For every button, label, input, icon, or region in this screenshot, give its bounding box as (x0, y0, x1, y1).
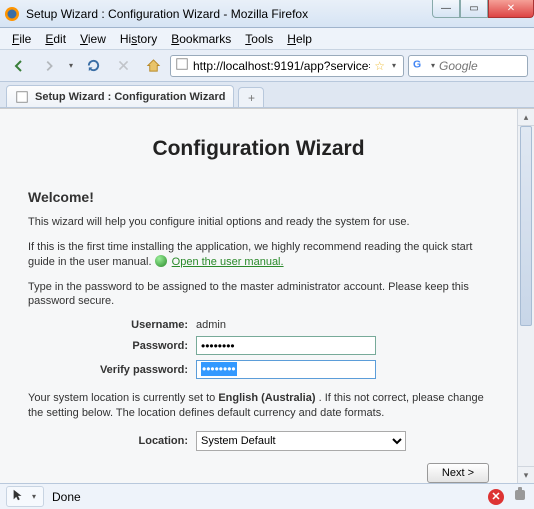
row-verify-password: Verify password: •••••••• (28, 360, 489, 379)
row-location: Location: System Default (28, 431, 489, 451)
url-input[interactable] (193, 59, 370, 73)
menu-view[interactable]: View (74, 30, 112, 48)
location-label: Location: (28, 435, 196, 447)
username-value: admin (196, 319, 226, 331)
button-row: Next > (28, 463, 489, 483)
page-heading: Configuration Wizard (28, 137, 489, 161)
new-tab-button[interactable]: + (238, 87, 264, 107)
location-paragraph: Your system location is currently set to… (28, 391, 489, 421)
stop-button[interactable] (110, 54, 136, 78)
window-controls: — ▭ ✕ (432, 0, 534, 18)
menu-help[interactable]: Help (281, 30, 318, 48)
url-dropdown[interactable]: ▾ (389, 61, 399, 70)
search-input[interactable] (439, 59, 534, 73)
page-body: Configuration Wizard Welcome! This wizar… (0, 109, 517, 483)
close-button[interactable]: ✕ (488, 0, 534, 18)
scroll-thumb[interactable] (520, 126, 532, 326)
google-icon: G (413, 57, 427, 74)
menu-bookmarks[interactable]: Bookmarks (165, 30, 237, 48)
tab-favicon (15, 90, 29, 104)
vertical-scrollbar[interactable]: ▴ ▾ (517, 109, 534, 483)
reload-button[interactable] (80, 54, 106, 78)
svg-text:G: G (413, 59, 421, 71)
welcome-heading: Welcome! (28, 189, 489, 205)
search-bar[interactable]: G ▾ (408, 55, 528, 77)
row-username: Username: admin (28, 319, 489, 331)
navigation-toolbar: ▾ ☆ ▾ G ▾ (0, 50, 534, 82)
password-instruction: Type in the password to be assigned to t… (28, 280, 489, 310)
status-bar: ▾ Done ✕ (0, 483, 534, 509)
password-label: Password: (28, 340, 196, 352)
scroll-down-button[interactable]: ▾ (518, 466, 534, 483)
row-password: Password: (28, 336, 489, 355)
location-select[interactable]: System Default (196, 431, 406, 451)
menu-bar: File Edit View History Bookmarks Tools H… (0, 28, 534, 50)
history-dropdown[interactable]: ▾ (66, 61, 76, 70)
next-button[interactable]: Next > (427, 463, 489, 483)
menu-edit[interactable]: Edit (39, 30, 72, 48)
tip-icon (155, 255, 167, 267)
status-text: Done (52, 490, 81, 504)
addon-icon[interactable] (512, 487, 528, 506)
maximize-button[interactable]: ▭ (460, 0, 488, 18)
status-tool-group[interactable]: ▾ (6, 486, 44, 507)
username-label: Username: (28, 319, 196, 331)
menu-file[interactable]: File (6, 30, 37, 48)
open-manual-link[interactable]: Open the user manual. (172, 256, 284, 268)
search-engine-dropdown[interactable]: ▾ (431, 61, 435, 70)
current-locale: English (Australia) (218, 392, 315, 404)
verify-password-label: Verify password: (28, 364, 196, 376)
site-favicon (175, 57, 189, 74)
minimize-button[interactable]: — (432, 0, 460, 18)
password-input[interactable] (196, 336, 376, 355)
bookmark-star-icon[interactable]: ☆ (374, 59, 385, 73)
tab-title: Setup Wizard : Configuration Wizard (35, 91, 225, 103)
error-icon[interactable]: ✕ (488, 489, 504, 505)
menu-history[interactable]: History (114, 30, 163, 48)
menu-tools[interactable]: Tools (239, 30, 279, 48)
content-viewport: Configuration Wizard Welcome! This wizar… (0, 108, 534, 483)
forward-button[interactable] (36, 54, 62, 78)
first-time-text: If this is the first time installing the… (28, 240, 489, 270)
home-button[interactable] (140, 54, 166, 78)
pointer-icon (11, 488, 25, 505)
address-bar[interactable]: ☆ ▾ (170, 55, 404, 77)
firefox-icon (4, 6, 20, 22)
back-button[interactable] (6, 54, 32, 78)
verify-password-input[interactable] (196, 360, 376, 379)
window-titlebar: Setup Wizard : Configuration Wizard - Mo… (0, 0, 534, 28)
tab-strip: Setup Wizard : Configuration Wizard + (0, 82, 534, 108)
tab-setup-wizard[interactable]: Setup Wizard : Configuration Wizard (6, 85, 234, 107)
intro-text: This wizard will help you configure init… (28, 215, 489, 230)
status-tool-dropdown[interactable]: ▾ (29, 492, 39, 501)
scroll-up-button[interactable]: ▴ (518, 109, 534, 126)
